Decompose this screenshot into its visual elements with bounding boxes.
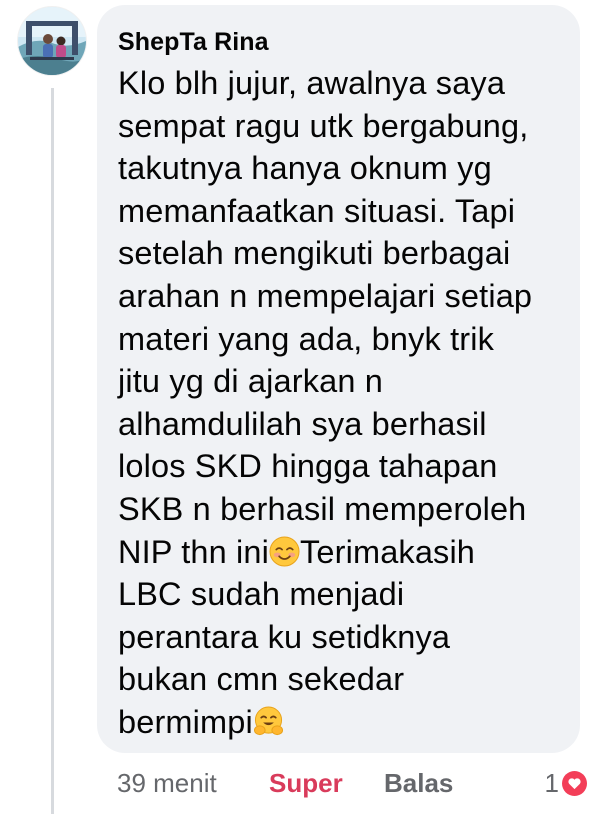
comment-line: lolos SKD hingga tahapan [118, 448, 498, 485]
comment-text-segment: Terimakasih [300, 533, 476, 570]
comment-line: LBC sudah menjadi [118, 576, 405, 613]
comment-line: arahan n mempelajari setiap [118, 277, 533, 314]
comment-line: sempat ragu utk bergabung, [118, 107, 529, 144]
comment-line: Klo blh jujur, awalnya saya [118, 65, 506, 101]
comment-line: bukan cmn sekedar [118, 661, 405, 698]
reply-button[interactable]: Balas [384, 766, 453, 800]
comment-line: memanfaatkan situasi. Tapi [118, 192, 516, 229]
comment-line: SKB n berhasil memperoleh [118, 490, 527, 527]
hugging-face-emoji-icon [253, 706, 284, 737]
comment-line: setelah mengikuti berbagai [118, 235, 511, 272]
reaction-summary[interactable]: 1 [545, 766, 587, 800]
comment-text-segment: NIP thn ini [118, 533, 269, 570]
comment-line: alhamdulilah sya berhasil [118, 405, 487, 442]
super-reaction-button[interactable]: Super [269, 766, 343, 800]
comment-line: NIP thn ini Terimakasih [118, 531, 578, 574]
thread-line [51, 88, 54, 814]
comment-actions: 39 menit Super Balas 1 [117, 766, 587, 800]
comment-line: jitu yg di ajarkan n [118, 363, 383, 400]
comment-line: takutnya hanya oknum yg [118, 150, 492, 187]
avatar-photo [18, 7, 86, 75]
comment-line: perantara ku setidknya [118, 618, 451, 655]
comment-bubble: ShepTa Rina Klo blh jujur, awalnya saya … [97, 5, 580, 753]
avatar[interactable] [18, 7, 86, 75]
heart-icon [562, 770, 587, 796]
comment-text-segment: bermimpi [118, 703, 253, 740]
comment-line: bermimpi [118, 701, 578, 744]
comment-timestamp[interactable]: 39 menit [117, 766, 217, 800]
comment-author[interactable]: ShepTa Rina [118, 27, 560, 57]
comment-text: Klo blh jujur, awalnya saya sempat ragu … [118, 62, 578, 744]
comment-line: materi yang ada, bnyk trik [118, 320, 495, 357]
reaction-count: 1 [544, 768, 559, 798]
smiling-face-with-blush-emoji-icon [269, 536, 300, 567]
